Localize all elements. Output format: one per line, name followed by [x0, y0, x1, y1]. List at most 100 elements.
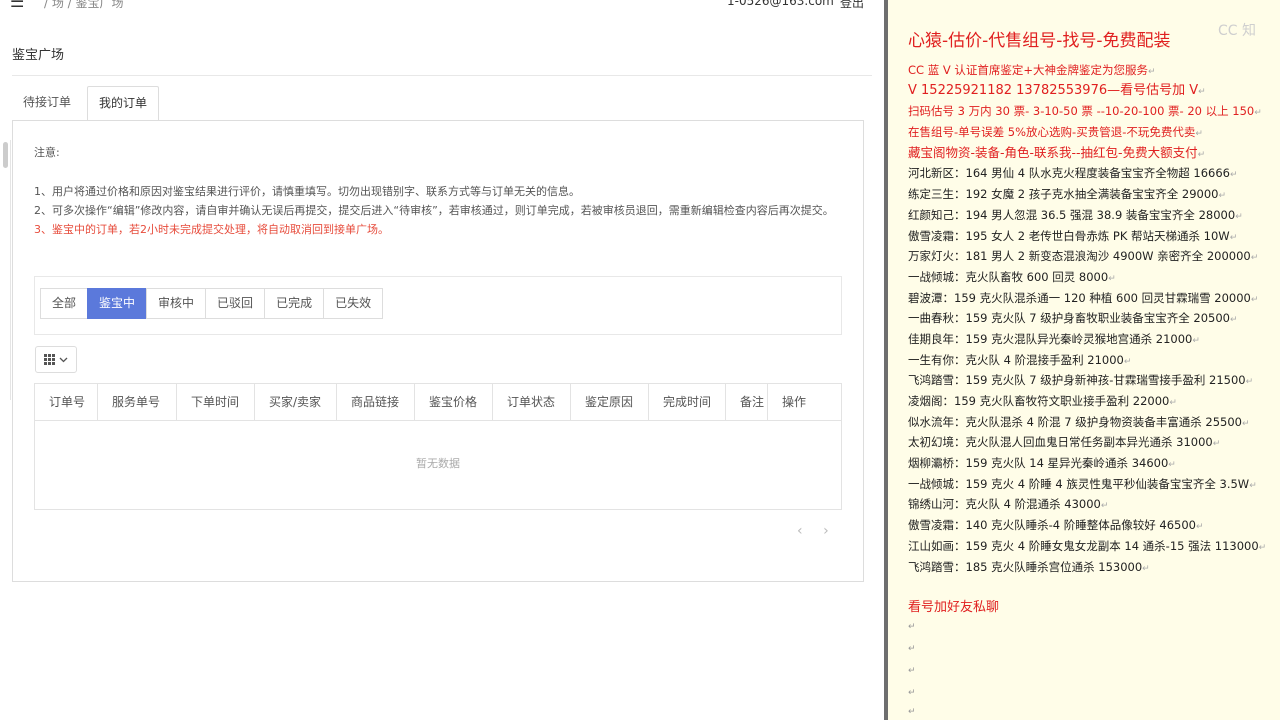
ad-line-text: 一生有你：克火队 4 阶混接手盈利 21000 — [908, 352, 1124, 367]
return-mark-icon: ↵ — [1148, 67, 1156, 77]
return-mark-icon: ↵ — [908, 666, 916, 676]
ad-line-text: 碧波潭：159 克火队混杀通一 120 种植 600 回灵甘霖瑞雪 20000 — [908, 290, 1251, 305]
table-body: 暂无数据 — [35, 421, 841, 509]
ad-line-text: 河北新区：164 男仙 4 队水克火程度装备宝宝齐全物超 16666 — [908, 166, 1230, 181]
notice-item-1: 1、用户将通过价格和原因对鉴宝结果进行评价，请慎重填写。切勿出现错别字、联系方式… — [34, 185, 580, 198]
notice-item-3: 3、鉴宝中的订单，若2小时未完成提交处理，将自动取消回到接单广场。 — [34, 223, 389, 236]
ad-line: 飞鸿踏雪：185 克火队睡杀宫位通杀 153000↵ — [908, 557, 1278, 578]
return-mark-icon: ↵ — [1198, 86, 1206, 97]
column-settings-button[interactable] — [35, 346, 77, 373]
ad-line: 红颜知己：194 男人忽混 36.5 强混 38.9 装备宝宝齐全 28000↵ — [908, 205, 1278, 226]
notice-item-2: 2、可多次操作“编辑”修改内容，请自审并确认无误后再提交，提交后进入“待审核”，… — [34, 204, 834, 217]
ad-line: 凌烟阁：159 克火队畜牧符文职业接手盈利 22000↵ — [908, 391, 1278, 412]
column-header-completion-time[interactable]: 完成时间 — [649, 384, 726, 420]
scrollbar-thumb[interactable] — [3, 142, 8, 168]
return-mark-icon: ↵ — [1100, 501, 1109, 512]
notice-block: 注意: 1、用户将通过价格和原因对鉴宝结果进行评价，请慎重填写。切勿出现错别字、… — [34, 143, 834, 239]
column-header-remarks[interactable]: 备注 — [726, 384, 768, 420]
ad-line-text: 练定三生：192 女魔 2 孩子克水抽全满装备宝宝齐全 29000 — [908, 187, 1219, 202]
ad-line: 江山如画：159 克火 4 阶睡女鬼女龙副本 14 通杀-15 强法 11300… — [908, 536, 1278, 557]
ad-line: 锦绣山河：克火队 4 阶混通杀 43000↵ — [908, 494, 1278, 515]
ad-line: 飞鸿踏雪：159 克火队 7 级护身新神孩-甘霖瑞雪接手盈利 21500↵ — [908, 370, 1278, 391]
ad-line-text: 江山如画：159 克火 4 阶睡女鬼女龙副本 14 通杀-15 强法 11300… — [908, 538, 1259, 553]
user-email[interactable]: 1-0526@163.com — [727, 0, 834, 8]
filter-reviewing-button[interactable]: 审核中 — [146, 288, 207, 319]
logout-link[interactable]: 登出 — [840, 0, 864, 11]
column-header-buyer-seller[interactable]: 买家/卖家 — [255, 384, 337, 420]
filter-rejected-button[interactable]: 已驳回 — [205, 288, 266, 319]
ad-line: 一曲春秋：159 克火队 7 级护身畜牧职业装备宝宝齐全 20500↵ — [908, 308, 1278, 329]
ad-line-text: 飞鸿踏雪：159 克火队 7 级护身新神孩-甘霖瑞雪接手盈利 21500 — [908, 373, 1246, 388]
ad-line: 藏宝阁物资-装备-角色-联系我--抽红包-免费大额支付↵ — [908, 143, 1278, 164]
ad-line-text: 傲雪凌霜：140 克火队睡杀-4 阶睡整体品像较好 46500 — [908, 518, 1196, 533]
return-mark-icon: ↵ — [1229, 170, 1238, 181]
return-mark-icon: ↵ — [1218, 191, 1227, 202]
column-header-appraisal-reason[interactable]: 鉴定原因 — [571, 384, 649, 420]
return-mark-icon: ↵ — [1195, 129, 1203, 140]
ad-line: 烟柳灞桥：159 克火队 14 星异光秦岭通杀 34600↵ — [908, 453, 1278, 474]
ad-line-text: 在售组号-单号误差 5%放心选购-买贵管退-不玩免费代卖 — [908, 125, 1196, 140]
tab-my-orders[interactable]: 我的订单 — [87, 86, 160, 121]
ad-line-text: 万家灯火：181 男人 2 新变态混浪淘沙 4900W 亲密齐全 200000 — [908, 249, 1251, 264]
ad-line-text: 藏宝阁物资-装备-角色-联系我--抽红包-免费大额支付 — [908, 144, 1198, 160]
return-mark-icon: ↵ — [1250, 294, 1259, 305]
prev-page-button[interactable]: ‹ — [797, 523, 803, 539]
empty-state-text: 暂无数据 — [416, 457, 460, 470]
chevron-down-icon — [59, 357, 68, 362]
return-mark-icon: ↵ — [1212, 439, 1221, 450]
column-header-service-no[interactable]: 服务单号 — [98, 384, 177, 420]
ad-line-text: 傲雪凌霜：195 女人 2 老传世白骨赤炼 PK 帮站天梯通杀 10W — [908, 228, 1230, 243]
return-mark-icon: ↵ — [908, 644, 916, 654]
return-mark-icon: ↵ — [1123, 356, 1132, 367]
return-mark-icon: ↵ — [1108, 273, 1116, 284]
filter-completed-button[interactable]: 已完成 — [264, 288, 325, 319]
ad-line-text: 一战倾城：159 克火 4 阶睡 4 族灵性鬼平秒仙装备宝宝齐全 3.5W — [908, 476, 1250, 491]
ad-line-text: V 15225921182 13782553976—看号估号加 V — [908, 82, 1199, 98]
status-filter-group: 全部 鉴宝中 审核中 已驳回 已完成 已失效 — [40, 288, 384, 319]
filter-expired-button[interactable]: 已失效 — [323, 288, 384, 319]
ad-line-text: 红颜知己：194 男人忽混 36.5 强混 38.9 装备宝宝齐全 28000 — [908, 207, 1236, 222]
tab-pending-orders[interactable]: 待接订单 — [12, 86, 82, 119]
title-divider — [12, 75, 872, 76]
return-mark-icon: ↵ — [1245, 377, 1254, 388]
return-mark-icon: ↵ — [1258, 542, 1267, 553]
ad-line: 扫码估号 3 万内 30 票- 3-10-50 票 --10-20-100 票-… — [908, 101, 1278, 122]
filter-appraising-button[interactable]: 鉴宝中 — [87, 288, 148, 319]
filter-all-button[interactable]: 全部 — [40, 288, 89, 319]
app-window: ☰ / 场 / 鉴宝广场 1-0526@163.com 登出 鉴宝广场 待接订单… — [0, 0, 884, 720]
column-header-appraisal-price[interactable]: 鉴宝价格 — [415, 384, 493, 420]
left-edge-panel — [0, 140, 11, 400]
return-mark-icon: ↵ — [1229, 315, 1238, 326]
ad-line: 似水流年：克火队混杀 4 阶混 7 级护身物资装备丰富通杀 25500↵ — [908, 412, 1278, 433]
next-page-button[interactable]: › — [823, 523, 829, 539]
column-header-order-no[interactable]: 订单号 — [35, 384, 98, 420]
return-mark-icon: ↵ — [1229, 232, 1238, 243]
return-mark-icon: ↵ — [1192, 335, 1200, 346]
return-mark-icon: ↵ — [1242, 418, 1250, 429]
return-mark-icon: ↵ — [1235, 211, 1243, 222]
return-mark-icon: ↵ — [1197, 149, 1206, 160]
menu-icon[interactable]: ☰ — [10, 0, 24, 11]
return-mark-icon: ↵ — [908, 707, 916, 717]
ad-title: 心猿-估价-代售组号-找号-免费配装 — [908, 31, 1171, 51]
ad-line-text: 似水流年：克火队混杀 4 阶混 7 级护身物资装备丰富通杀 25500 — [908, 414, 1242, 429]
ad-line-text: 一战倾城：克火队畜牧 600 回灵 8000 — [908, 269, 1109, 284]
table-header-row: 订单号 服务单号 下单时间 买家/卖家 商品链接 鉴宝价格 订单状态 鉴定原因 … — [35, 384, 841, 421]
ad-line: 一战倾城：克火队畜牧 600 回灵 8000↵ — [908, 267, 1278, 288]
watermark-logo: CC 知 — [1218, 23, 1257, 39]
return-mark-icon: ↵ — [1168, 460, 1176, 471]
tab-content-panel: 注意: 1、用户将通过价格和原因对鉴宝结果进行评价，请慎重填写。切勿出现错别字、… — [12, 120, 864, 582]
page-title: 鉴宝广场 — [12, 48, 65, 63]
breadcrumb: / 场 / 鉴宝广场 — [44, 0, 124, 10]
ad-line-text: 扫码估号 3 万内 30 票- 3-10-50 票 --10-20-100 票-… — [908, 104, 1255, 119]
column-header-order-status[interactable]: 订单状态 — [493, 384, 571, 420]
status-filter-panel: 全部 鉴宝中 审核中 已驳回 已完成 已失效 — [34, 276, 842, 335]
column-header-order-time[interactable]: 下单时间 — [177, 384, 255, 420]
ad-line-text: 佳期良年：159 克火混队异光秦岭灵猴地宫通杀 21000 — [908, 331, 1193, 346]
column-header-product-link[interactable]: 商品链接 — [337, 384, 415, 420]
return-mark-icon: ↵ — [1249, 480, 1257, 491]
ad-line: 一生有你：克火队 4 阶混接手盈利 21000↵ — [908, 350, 1278, 371]
column-header-actions[interactable]: 操作 — [768, 384, 821, 420]
ad-line: 在售组号-单号误差 5%放心选购-买贵管退-不玩免费代卖↵ — [908, 122, 1278, 143]
top-bar: ☰ / 场 / 鉴宝广场 1-0526@163.com 登出 — [0, 0, 884, 12]
